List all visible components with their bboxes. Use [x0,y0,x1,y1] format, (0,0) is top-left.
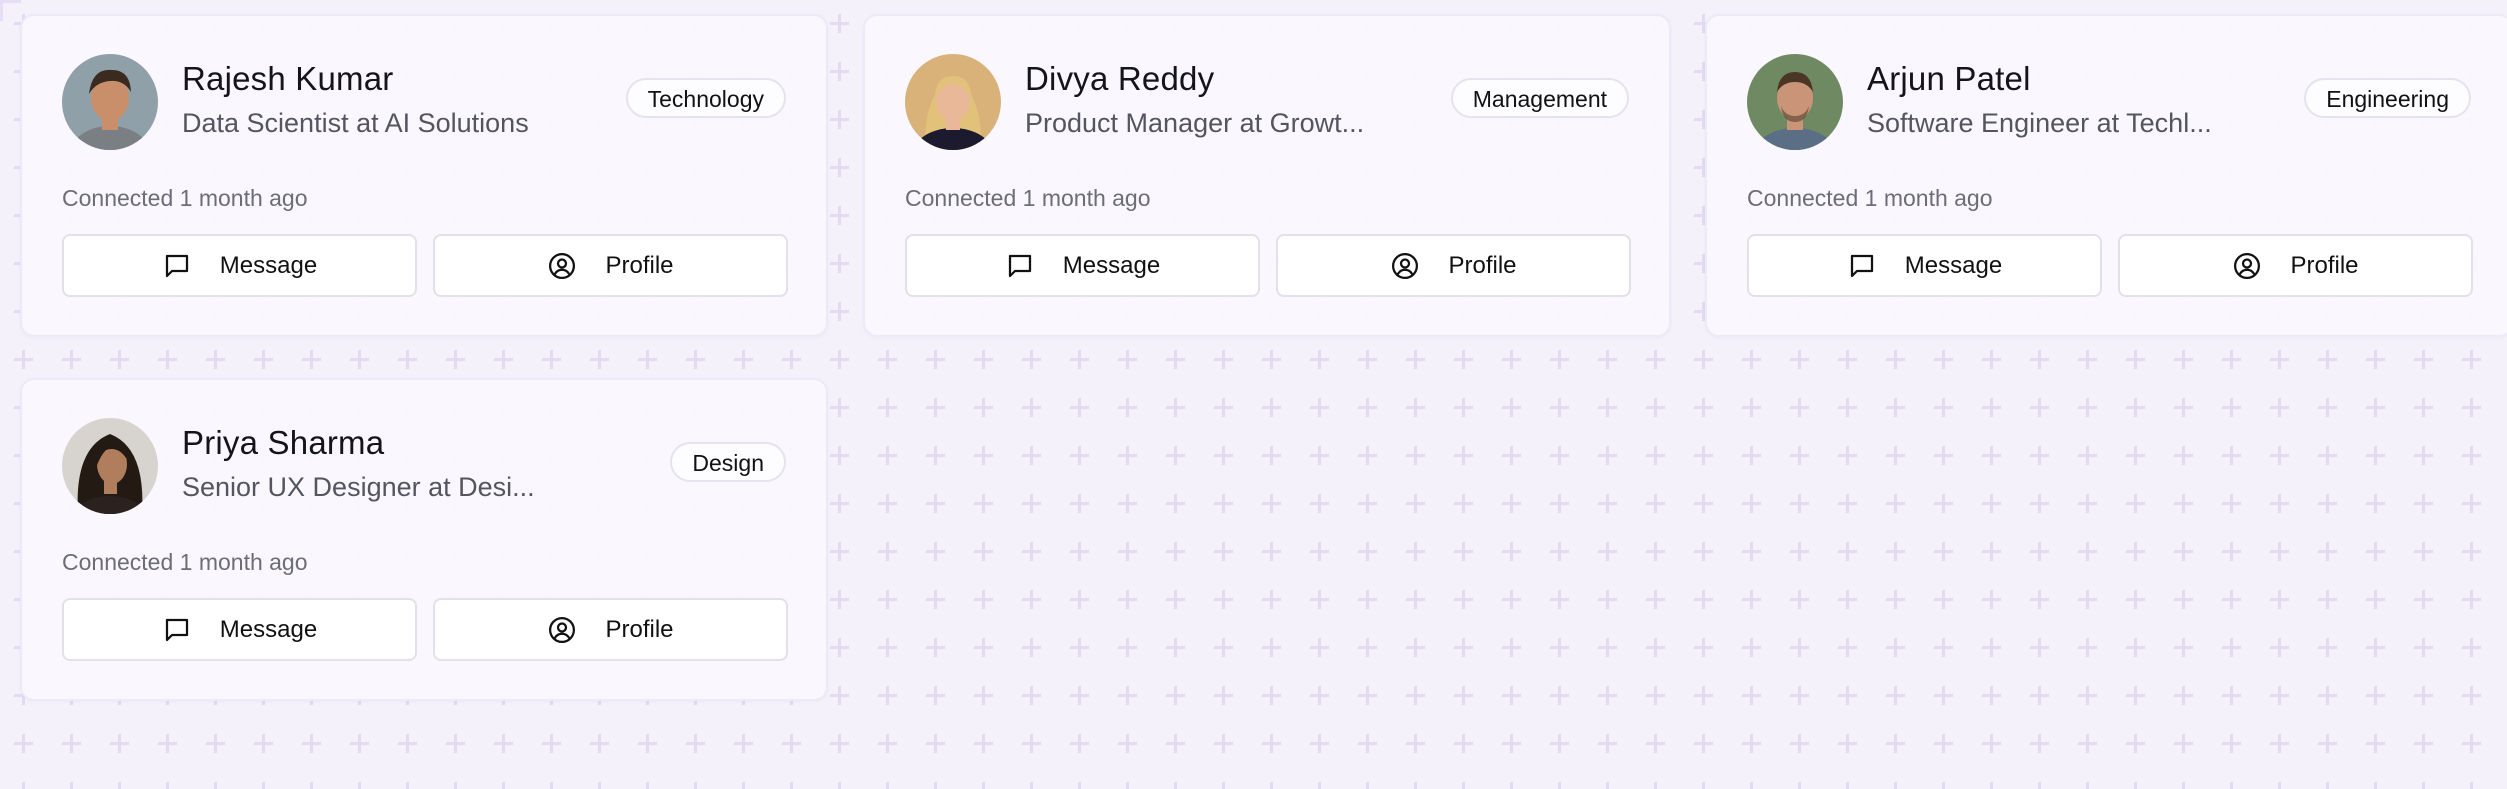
profile-button-label: Profile [1448,251,1517,279]
connection-card: Priya Sharma Senior UX Designer at Desi.… [20,378,828,701]
message-square-icon [1847,251,1877,281]
connected-time: Connected 1 month ago [1747,185,1993,211]
profile-button-label: Profile [2290,251,2359,279]
connection-title: Senior UX Designer at Desi... [182,472,535,502]
avatar[interactable] [905,54,1001,150]
message-button-label: Message [219,615,318,643]
message-button[interactable]: Message [905,234,1260,297]
avatar[interactable] [62,54,158,150]
user-circle-icon [547,251,577,281]
connected-time: Connected 1 month ago [62,185,308,211]
connection-name[interactable]: Divya Reddy [1025,60,1214,98]
connected-time: Connected 1 month ago [905,185,1151,211]
message-square-icon [1005,251,1035,281]
profile-button-label: Profile [605,251,674,279]
category-badge: Management [1450,78,1629,118]
connection-name[interactable]: Rajesh Kumar [182,60,394,98]
message-square-icon [162,615,192,645]
message-button[interactable]: Message [1747,234,2102,297]
profile-button[interactable]: Profile [1276,234,1631,297]
message-button-label: Message [1062,251,1161,279]
connected-time: Connected 1 month ago [62,549,308,575]
connection-card: Rajesh Kumar Data Scientist at AI Soluti… [20,14,828,337]
category-badge: Engineering [2304,78,2471,118]
profile-button[interactable]: Profile [433,234,788,297]
avatar[interactable] [62,418,158,514]
message-square-icon [162,251,192,281]
connection-name[interactable]: Priya Sharma [182,424,384,462]
connection-card: Arjun Patel Software Engineer at Techl..… [1705,14,2507,337]
connection-name[interactable]: Arjun Patel [1867,60,2031,98]
category-badge: Technology [625,78,786,118]
profile-button[interactable]: Profile [433,598,788,661]
message-button[interactable]: Message [62,234,417,297]
profile-button[interactable]: Profile [2118,234,2473,297]
message-button-label: Message [219,251,318,279]
connection-title: Product Manager at Growt... [1025,108,1365,138]
connection-card: Divya Reddy Product Manager at Growt... … [863,14,1671,337]
category-badge: Design [670,442,786,482]
message-button[interactable]: Message [62,598,417,661]
user-circle-icon [2232,251,2262,281]
user-circle-icon [1390,251,1420,281]
avatar[interactable] [1747,54,1843,150]
connection-title: Software Engineer at Techl... [1867,108,2212,138]
user-circle-icon [547,615,577,645]
profile-button-label: Profile [605,615,674,643]
message-button-label: Message [1904,251,2003,279]
connection-title: Data Scientist at AI Solutions [182,108,529,138]
